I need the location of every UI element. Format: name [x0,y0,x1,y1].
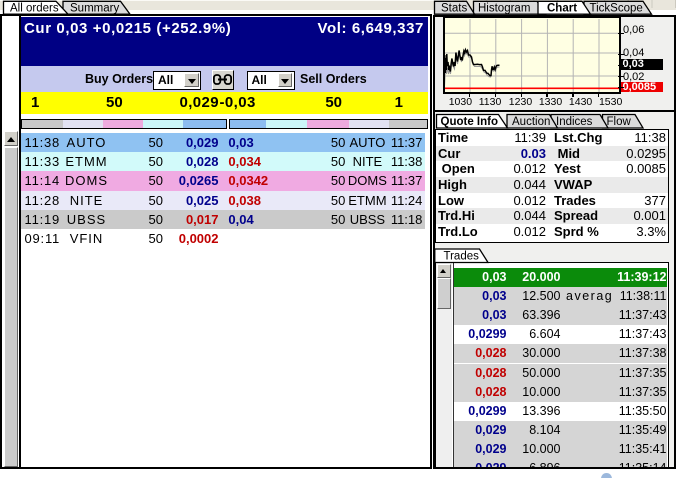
svg-text:Quote Info: Quote Info [441,116,499,128]
svg-text:Histogram: Histogram [478,3,530,15]
svg-text:Indices: Indices [556,116,593,128]
svg-text:Flow: Flow [607,116,632,128]
svg-text:Summary: Summary [70,3,119,15]
svg-text:Stats: Stats [441,3,467,15]
svg-text:Chart: Chart [547,3,577,15]
svg-text:TickScope: TickScope [590,3,643,15]
svg-text:All orders: All orders [10,3,59,15]
svg-text:Auction: Auction [512,116,550,128]
svg-text:Trades: Trades [444,251,480,263]
